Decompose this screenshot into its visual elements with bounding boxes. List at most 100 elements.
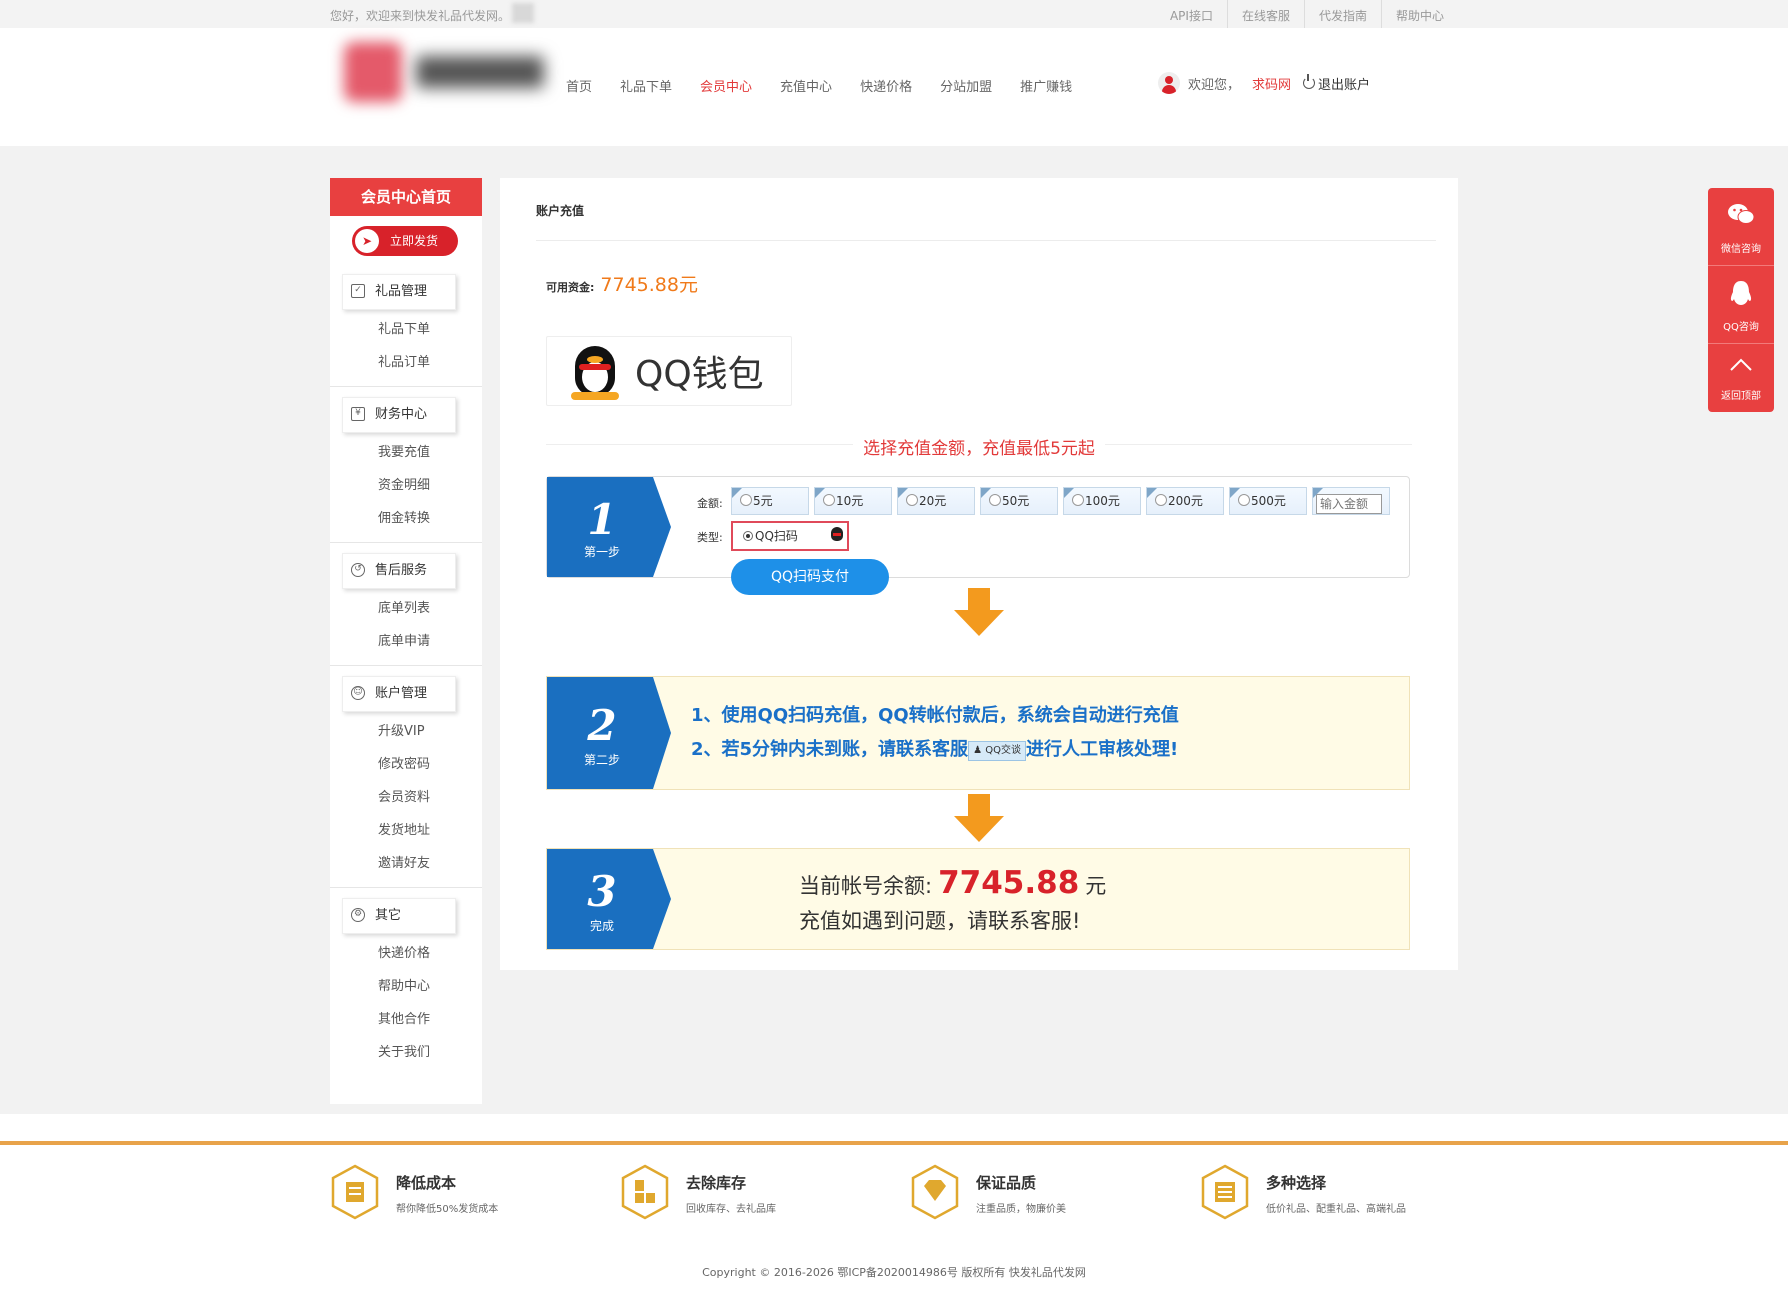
qq-mini-icon: [831, 527, 843, 541]
sidebar-head-other[interactable]: ⚙ 其它: [342, 898, 456, 934]
amount-option-5[interactable]: 5元: [731, 487, 809, 515]
diamond-icon: [911, 1164, 959, 1220]
step-1-number: 1: [587, 495, 617, 544]
send-icon: ➤: [355, 229, 379, 253]
header: 首页 礼品下单 会员中心 充值中心 快递价格 分站加盟 推广赚钱 欢迎您， 求码…: [0, 28, 1788, 146]
qq-consult-label: QQ咨询: [1723, 322, 1759, 333]
step-2-number: 2: [587, 701, 617, 750]
sidebar-item-gift-order[interactable]: 礼品下单: [378, 318, 430, 337]
top-link-guide[interactable]: 代发指南: [1305, 0, 1382, 31]
amount-option-500[interactable]: 500元: [1229, 487, 1307, 515]
sidebar-item-commission[interactable]: 佣金转换: [378, 507, 430, 526]
qq-consult-button[interactable]: QQ咨询: [1708, 266, 1774, 344]
sidebar-head-finance[interactable]: ¥ 财务中心: [342, 397, 456, 433]
step-3-badge: 3 完成: [547, 849, 671, 949]
service-icon: ↺: [351, 563, 365, 577]
ship-now-button[interactable]: ➤ 立即发货: [352, 226, 458, 256]
qq-wallet-label: QQ钱包: [635, 354, 764, 395]
type-option-qq-scan[interactable]: QQ扫码: [731, 521, 849, 551]
nav-express-price[interactable]: 快递价格: [860, 76, 912, 95]
amount-option-label: 50元: [1002, 494, 1030, 508]
sidebar-item-address[interactable]: 发货地址: [378, 819, 430, 838]
amount-option-10[interactable]: 10元: [814, 487, 892, 515]
sidebar-item-profile[interactable]: 会员资料: [378, 786, 430, 805]
feature-desc: 注重品质，物廉价美: [976, 1204, 1066, 1215]
top-link-online-service[interactable]: 在线客服: [1228, 0, 1305, 31]
site-logo[interactable]: [344, 42, 548, 102]
radio-selected-icon: [743, 531, 753, 541]
sidebar-item-invite[interactable]: 邀请好友: [378, 852, 430, 871]
sidebar-divider: [330, 542, 482, 543]
feature-reduce-cost: 降低成本 帮你降低50%发货成本: [330, 1162, 610, 1228]
wechat-icon: [1728, 204, 1755, 224]
wechat-consult-button[interactable]: 微信咨询: [1708, 188, 1774, 266]
qq-chat-button[interactable]: ♟ QQ交谈: [968, 741, 1026, 761]
instruction-line-2: 2、若5分钟内未到账，请联系客服 ♟ QQ交谈 进行人工审核处理!: [691, 735, 1178, 761]
amount-option-label: 100元: [1085, 494, 1120, 508]
sidebar: 会员中心首页 ➤ 立即发货 ✓ 礼品管理 礼品下单 礼品订单 ¥ 财务中心 我要…: [330, 178, 482, 1104]
amount-option-50[interactable]: 50元: [980, 487, 1058, 515]
nav-gift-order[interactable]: 礼品下单: [620, 76, 672, 95]
available-funds: 可用资金: 7745.88元: [546, 270, 698, 297]
section-title-text: 选择充值金额，充值最低5元起: [853, 439, 1105, 459]
sidebar-item-about[interactable]: 关于我们: [378, 1041, 430, 1060]
help-line: 充值如遇到问题，请联系客服!: [799, 909, 1081, 933]
custom-amount-input[interactable]: [1316, 494, 1382, 514]
sidebar-item-help[interactable]: 帮助中心: [378, 975, 430, 994]
user-avatar-icon: [1158, 72, 1180, 94]
list-icon: [1201, 1164, 1249, 1220]
step-2-label: 第二步: [583, 753, 620, 767]
balance-value: 7745.88: [938, 865, 1080, 901]
amount-option-100[interactable]: 100元: [1063, 487, 1141, 515]
power-icon: [1303, 74, 1316, 89]
back-to-top-button[interactable]: 返回顶部: [1708, 344, 1774, 412]
floating-contact-bar: 微信咨询 QQ咨询 返回顶部: [1708, 188, 1774, 412]
sidebar-item-cooperation[interactable]: 其他合作: [378, 1008, 430, 1027]
sidebar-head-service[interactable]: ↺ 售后服务: [342, 553, 456, 589]
users-icon: ☺: [351, 686, 365, 700]
blurred-link: [512, 3, 534, 23]
step-3-label: 完成: [589, 919, 614, 933]
amount-option-20[interactable]: 20元: [897, 487, 975, 515]
feature-no-inventory: 去除库存 回收库存、去礼品库: [620, 1162, 900, 1228]
inventory-icon: [621, 1164, 669, 1220]
sidebar-item-recharge[interactable]: 我要充值: [378, 441, 430, 460]
sidebar-head-label: 售后服务: [375, 563, 428, 578]
sidebar-head-account[interactable]: ☺ 账户管理: [342, 676, 456, 712]
feature-title: 去除库存: [686, 1174, 747, 1192]
sidebar-item-upgrade-vip[interactable]: 升级VIP: [378, 720, 425, 739]
nav-home[interactable]: 首页: [566, 76, 592, 95]
recharge-panel: 账户充值 可用资金: 7745.88元 QQ钱包 选择充值金额，充值最低5元起 …: [500, 178, 1458, 970]
nav-recharge[interactable]: 充值中心: [780, 76, 832, 95]
sidebar-item-change-password[interactable]: 修改密码: [378, 753, 430, 772]
nav-franchise[interactable]: 分站加盟: [940, 76, 992, 95]
feature-strip: 降低成本 帮你降低50%发货成本 去除库存 回收库存、去礼品库 保证品质 注重品…: [330, 1162, 1458, 1228]
top-link-api[interactable]: API接口: [1156, 0, 1228, 31]
top-links: API接口 在线客服 代发指南 帮助中心: [1156, 0, 1458, 31]
sidebar-item-express-price[interactable]: 快递价格: [378, 942, 430, 961]
nav-member-center[interactable]: 会员中心: [700, 76, 752, 95]
sidebar-head-label: 其它: [375, 908, 402, 923]
sidebar-head-gift[interactable]: ✓ 礼品管理: [342, 274, 456, 310]
sidebar-title[interactable]: 会员中心首页: [330, 178, 482, 216]
step-1-label: 第一步: [583, 545, 620, 559]
copyright-text: Copyright © 2016-2026 鄂ICP备2020014986号 版…: [702, 1266, 1086, 1279]
sidebar-item-gift-orders[interactable]: 礼品订单: [378, 351, 430, 370]
feature-desc: 帮你降低50%发货成本: [396, 1204, 499, 1215]
qq-chat-label: QQ交谈: [985, 745, 1021, 756]
qq-wallet-option[interactable]: QQ钱包: [546, 336, 792, 406]
amount-options: 5元 10元 20元 50元 100元 200元 500元: [731, 487, 1395, 515]
sidebar-item-receipt-list[interactable]: 底单列表: [378, 597, 430, 616]
username-link[interactable]: 求码网: [1252, 74, 1291, 93]
logout-button[interactable]: 退出账户: [1303, 74, 1370, 93]
amount-option-200[interactable]: 200元: [1146, 487, 1224, 515]
sidebar-item-receipt-apply[interactable]: 底单申请: [378, 630, 430, 649]
sidebar-item-funds-detail[interactable]: 资金明细: [378, 474, 430, 493]
feature-choices: 多种选择 低价礼品、配重礼品、高端礼品: [1200, 1162, 1480, 1228]
qq-scan-pay-button[interactable]: QQ扫码支付: [731, 559, 889, 595]
step-2-badge: 2 第二步: [547, 677, 671, 789]
top-link-help[interactable]: 帮助中心: [1382, 0, 1458, 31]
feature-title: 保证品质: [976, 1174, 1037, 1192]
nav-promote[interactable]: 推广赚钱: [1020, 76, 1072, 95]
gear-icon: ⚙: [351, 908, 365, 922]
